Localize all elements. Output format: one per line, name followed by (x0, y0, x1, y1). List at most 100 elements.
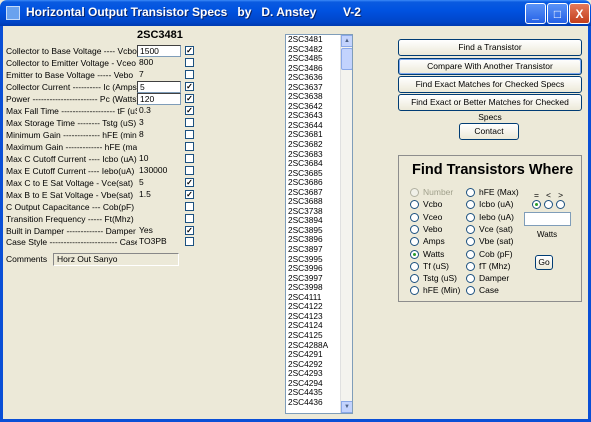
spec-label: Max Fall Time ------------------- tF (uS… (6, 106, 144, 116)
spec-value-field[interactable]: 1.5 (137, 189, 181, 201)
search-field-radio[interactable] (466, 212, 475, 222)
scroll-thumb[interactable] (341, 48, 352, 70)
comparison-less-radio[interactable] (544, 200, 553, 209)
spec-label: Collector to Base Voltage ---- Vcbo (6, 46, 137, 56)
spec-checkbox[interactable]: ✓ (185, 178, 194, 187)
maximize-button[interactable]: □ (547, 3, 568, 24)
spec-value-field[interactable]: TO3PB (137, 236, 181, 248)
spec-checkbox[interactable] (185, 118, 194, 127)
spec-label: C Output Capacitance --- Cob(pF) (6, 202, 135, 212)
spec-value-field[interactable]: 130000 (137, 165, 181, 177)
title-bar[interactable]: Horizontal Output Transistor Specs by D.… (0, 0, 591, 26)
app-icon (6, 6, 20, 20)
comparison-equal-radio[interactable] (532, 200, 541, 209)
search-field-label: Vce (sat) (479, 223, 514, 234)
spec-label: Minimum Gain ------------- hFE (min) (6, 130, 140, 140)
search-field-label: Vebo (423, 223, 443, 234)
search-value-input[interactable] (524, 212, 571, 226)
search-field-radio[interactable] (410, 261, 419, 271)
search-field-radio[interactable] (410, 224, 419, 234)
search-field-label: Tf (uS) (423, 260, 449, 271)
find-exact-or-better-button[interactable]: Find Exact or Better Matches for Checked… (398, 94, 582, 122)
window-title: Horizontal Output Transistor Specs by D.… (26, 5, 361, 19)
spec-checkbox[interactable]: ✓ (185, 190, 194, 199)
spec-value-field[interactable]: 5 (137, 81, 181, 93)
search-field-radio[interactable] (466, 261, 475, 271)
comparison-operators: = < > (534, 190, 564, 200)
spec-label: Max E Cutoff Current ---- Iebo(uA) (6, 166, 135, 176)
contact-button[interactable]: Contact (459, 123, 519, 140)
compare-transistor-button[interactable]: Compare With Another Transistor (398, 58, 582, 75)
spec-value-field[interactable] (137, 201, 181, 213)
search-field-label: Number (423, 187, 454, 197)
find-exact-matches-button[interactable]: Find Exact Matches for Checked Specs (398, 76, 582, 93)
spec-value-field[interactable]: 5 (137, 177, 181, 189)
spec-value-field[interactable]: 120 (137, 93, 181, 105)
spec-checkbox[interactable]: ✓ (185, 82, 194, 91)
find-panel-title: Find Transistors Where (412, 162, 574, 178)
list-scrollbar[interactable]: ▲ ▼ (340, 35, 352, 413)
spec-checkbox[interactable]: ✓ (185, 94, 194, 103)
search-field-radio[interactable] (410, 249, 419, 259)
search-field-radio[interactable] (410, 188, 419, 197)
find-transistor-button[interactable]: Find a Transistor (398, 39, 582, 56)
spec-value-field[interactable]: 10 (137, 153, 181, 165)
spec-checkbox[interactable] (185, 70, 194, 79)
spec-value-field[interactable]: 800 (137, 57, 181, 69)
spec-value-field[interactable] (137, 141, 181, 153)
spec-label: Collector Current ---------- Ic (Amps) (6, 82, 140, 92)
comments-label: Comments (6, 254, 48, 264)
comparison-greater-radio[interactable] (556, 200, 565, 209)
spec-value-field[interactable]: 1500 (137, 45, 181, 57)
search-field-label: Vbe (sat) (479, 236, 514, 247)
spec-label: Max C Cutoff Current ---- Icbo (uA) (6, 154, 137, 164)
spec-label: Maximum Gain ------------- hFE (max) (6, 142, 145, 152)
spec-checkbox[interactable] (185, 154, 194, 163)
search-field-radio[interactable] (410, 212, 419, 222)
search-field-label: Vcbo (423, 199, 443, 210)
spec-checkbox[interactable]: ✓ (185, 46, 194, 55)
spec-checkbox[interactable] (185, 214, 194, 223)
spec-value-field[interactable] (137, 213, 181, 225)
spec-checkbox[interactable]: ✓ (185, 226, 194, 235)
spec-checkbox[interactable] (185, 130, 194, 139)
search-field-label: Tstg (uS) (423, 273, 458, 284)
search-field-label: Amps (423, 236, 445, 247)
window-frame-left (0, 26, 3, 422)
spec-checkbox[interactable]: ✓ (185, 106, 194, 115)
spec-checkbox[interactable] (185, 142, 194, 151)
spec-label: Built in Damper ------------- Damper (6, 226, 136, 236)
spec-label: Power ----------------------- Pc (Watts) (6, 94, 140, 104)
spec-label: Emitter to Base Voltage ----- Vebo (6, 70, 134, 80)
search-field-label: Case (479, 285, 499, 296)
search-field-label: fT (Mhz) (479, 260, 511, 271)
spec-value-field[interactable]: 7 (137, 69, 181, 81)
spec-value-field[interactable]: 8 (137, 129, 181, 141)
spec-checkbox[interactable] (185, 237, 194, 246)
go-button[interactable]: Go (535, 255, 553, 270)
search-field-radio[interactable] (466, 188, 475, 197)
search-field-label: Icbo (uA) (479, 199, 514, 210)
spec-value-field[interactable]: 3 (137, 117, 181, 129)
scroll-up-icon[interactable]: ▲ (341, 35, 352, 47)
transistor-model-title: 2SC3481 (137, 29, 183, 41)
spec-label: Transition Frequency ----- Ft(Mhz) (6, 214, 134, 224)
search-field-label: Damper (479, 273, 510, 284)
spec-checkbox[interactable] (185, 58, 194, 67)
spec-checkbox[interactable] (185, 202, 194, 211)
spec-label: Max Storage Time -------- Tstg (uS) (6, 118, 137, 128)
spec-label: Case Style ------------------------ Case (6, 237, 140, 247)
spec-value-field[interactable]: 0.3 (137, 105, 181, 117)
search-field-radio[interactable] (466, 249, 475, 259)
search-field-radio[interactable] (466, 224, 475, 234)
minimize-button[interactable]: _ (525, 3, 546, 24)
search-field-label: hFE (Min) (423, 285, 461, 296)
search-field-label: Iebo (uA) (479, 211, 514, 222)
scroll-down-icon[interactable]: ▼ (341, 401, 352, 413)
close-button[interactable]: X (569, 3, 590, 24)
transistor-list[interactable]: 2SC3481 2SC3482 2SC3485 2SC3486 2SC3636 2SC36… (285, 34, 353, 414)
comments-field[interactable]: Horz Out Sanyo (53, 253, 179, 266)
spec-checkbox[interactable] (185, 166, 194, 175)
search-field-label: Watts (423, 248, 445, 259)
search-field-label: hFE (Max) (479, 187, 519, 197)
